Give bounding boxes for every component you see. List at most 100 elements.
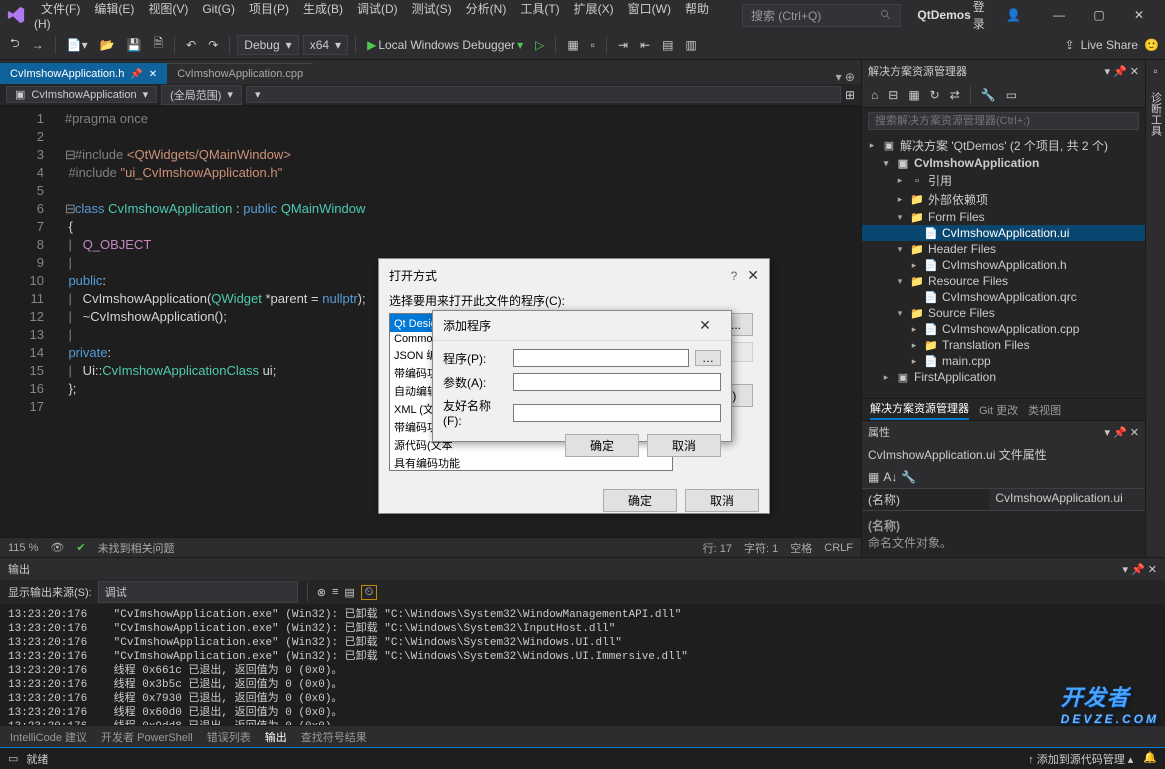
- tree-row[interactable]: ▾📁Form Files: [862, 209, 1145, 225]
- show-all-icon[interactable]: ▦: [905, 86, 922, 104]
- tb-ico-5[interactable]: ▤: [658, 36, 677, 54]
- menu-item[interactable]: 调试(D): [350, 0, 405, 20]
- close-icon[interactable]: ✕: [149, 69, 157, 80]
- menu-item[interactable]: Git(G): [195, 0, 242, 20]
- login-link[interactable]: 登录: [973, 0, 996, 32]
- start-nodebug-icon[interactable]: ▷: [531, 36, 548, 54]
- bottom-tab[interactable]: 查找符号结果: [301, 729, 367, 745]
- solution-search-input[interactable]: [868, 112, 1139, 130]
- config-combo[interactable]: Debug ▾: [237, 35, 298, 55]
- tree-row[interactable]: ▾📁Source Files: [862, 305, 1145, 321]
- minimize-button[interactable]: ―: [1039, 1, 1079, 29]
- split-icon[interactable]: ⊞: [845, 88, 855, 102]
- global-search[interactable]: 搜索 (Ctrl+Q): [742, 4, 901, 27]
- solution-root[interactable]: ▸▣解决方案 'QtDemos' (2 个项目, 共 2 个): [862, 136, 1145, 155]
- output-source-combo[interactable]: 调试: [98, 581, 298, 603]
- toggle-wrap-icon[interactable]: ≡: [332, 586, 338, 598]
- output-ico4[interactable]: ⏲: [361, 585, 378, 600]
- menu-item[interactable]: 项目(P): [242, 0, 296, 20]
- solution-tab[interactable]: Git 更改: [979, 402, 1018, 418]
- undo-icon[interactable]: ↶: [182, 36, 200, 54]
- user-icon[interactable]: 👤: [1006, 8, 1021, 22]
- menu-item[interactable]: 窗口(W): [621, 0, 678, 20]
- program-path-input[interactable]: [513, 349, 689, 367]
- pin-icon[interactable]: 📌: [130, 69, 142, 80]
- zoom-level[interactable]: 115 %: [8, 542, 38, 554]
- tree-row[interactable]: ▸📄main.cpp: [862, 353, 1145, 369]
- browse-button[interactable]: …: [695, 350, 721, 366]
- dlg-add-close-icon[interactable]: ✕: [689, 317, 721, 334]
- start-debug-button[interactable]: ▶ Local Windows Debugger ▾: [363, 36, 527, 54]
- tree-row[interactable]: ▸📁外部依赖项: [862, 190, 1145, 209]
- tb-ico-3[interactable]: ⇥: [614, 36, 632, 54]
- tree-row[interactable]: ▾📁Header Files: [862, 241, 1145, 257]
- tree-row[interactable]: 📄CvImshowApplication.ui: [862, 225, 1145, 241]
- source-control-button[interactable]: ↑ 添加到源代码管理 ▴: [1028, 751, 1133, 767]
- tree-row[interactable]: ▸▫引用: [862, 171, 1145, 190]
- tb-ico-2[interactable]: ▫: [587, 36, 599, 54]
- maximize-button[interactable]: ▢: [1079, 1, 1119, 29]
- collapse-icon[interactable]: ⊟: [885, 86, 901, 104]
- tb-ico-4[interactable]: ⇤: [636, 36, 654, 54]
- bottom-tab[interactable]: 开发者 PowerShell: [101, 729, 193, 745]
- liveshare-icon[interactable]: ⇪: [1065, 38, 1075, 52]
- menu-item[interactable]: 扩展(X): [567, 0, 621, 20]
- tb-ico-6[interactable]: ▥: [681, 36, 700, 54]
- nav-fwd-icon[interactable]: →: [28, 36, 48, 54]
- file-tab-inactive[interactable]: CvImshowApplication.cpp: [167, 63, 313, 84]
- openwith-cancel-button[interactable]: 取消: [685, 489, 759, 512]
- open-icon[interactable]: 📂: [96, 36, 119, 54]
- nav-func[interactable]: (全局范围) ▾: [161, 85, 242, 105]
- nav-member[interactable]: ▾: [246, 86, 841, 103]
- bottom-tab[interactable]: 错误列表: [207, 729, 251, 745]
- notifications-icon[interactable]: 🔔: [1143, 751, 1157, 767]
- menu-item[interactable]: 视图(V): [141, 0, 195, 20]
- output-ico3[interactable]: ▤: [344, 586, 354, 599]
- preview-icon[interactable]: ▭: [1003, 86, 1020, 104]
- feedback-icon[interactable]: 🙂: [1144, 38, 1159, 52]
- dlg-close-icon[interactable]: ✕: [747, 267, 759, 283]
- output-text[interactable]: 13:23:20:176 "CvImshowApplication.exe" (…: [0, 604, 1165, 725]
- tab-overflow-icon[interactable]: ▾ ⊕: [830, 70, 861, 84]
- menu-item[interactable]: 工具(T): [513, 0, 566, 20]
- program-args-input[interactable]: [513, 373, 721, 391]
- openwith-ok-button[interactable]: 确定: [603, 489, 677, 512]
- pin-icon[interactable]: ▾ 📌: [1104, 66, 1126, 78]
- nav-scope[interactable]: ▣ CvImshowApplication ▾: [6, 86, 157, 103]
- tb-ico-1[interactable]: ▦: [563, 36, 582, 54]
- add-cancel-button[interactable]: 取消: [647, 434, 721, 457]
- server-explorer-icon[interactable]: ▫: [1153, 64, 1157, 78]
- tree-row[interactable]: ▸📁Translation Files: [862, 337, 1145, 353]
- bottom-tab[interactable]: IntelliCode 建议: [10, 729, 87, 745]
- saveall-icon[interactable]: 🗎: [150, 32, 168, 57]
- redo-icon[interactable]: ↷: [204, 36, 222, 54]
- nav-back-icon[interactable]: ⮌: [6, 32, 24, 57]
- bottom-tab[interactable]: 输出: [265, 729, 287, 745]
- toolbox-tab[interactable]: 诊断工具: [1146, 86, 1165, 142]
- props-icon[interactable]: 🔧: [978, 86, 999, 104]
- props-wrench-icon[interactable]: 🔧: [901, 470, 916, 484]
- menu-item[interactable]: 分析(N): [459, 0, 514, 20]
- menu-item[interactable]: 生成(B): [296, 0, 350, 20]
- tree-row[interactable]: ▸📄CvImshowApplication.h: [862, 257, 1145, 273]
- platform-combo[interactable]: x64 ▾: [303, 35, 348, 55]
- menu-item[interactable]: 编辑(E): [87, 0, 141, 20]
- home-icon[interactable]: ⌂: [868, 86, 881, 104]
- add-ok-button[interactable]: 确定: [565, 434, 639, 457]
- solution-tab[interactable]: 解决方案资源管理器: [870, 400, 969, 420]
- sync-icon[interactable]: ⇄: [947, 86, 963, 104]
- tree-row[interactable]: ▸▣FirstApplication: [862, 369, 1145, 385]
- tree-row[interactable]: ▾▣CvImshowApplication: [862, 155, 1145, 171]
- clear-icon[interactable]: ⊗: [317, 586, 326, 599]
- tree-row[interactable]: ▾📁Resource Files: [862, 273, 1145, 289]
- panel-close-icon[interactable]: ✕: [1130, 66, 1139, 78]
- solution-tree[interactable]: ▸▣解决方案 'QtDemos' (2 个项目, 共 2 个) ▾▣CvImsh…: [862, 134, 1145, 398]
- friendly-name-input[interactable]: [513, 404, 721, 422]
- file-tab-active[interactable]: CvImshowApplication.h📌✕: [0, 63, 167, 84]
- refresh-icon[interactable]: ↻: [927, 86, 943, 104]
- menu-item[interactable]: 测试(S): [405, 0, 459, 20]
- tree-row[interactable]: 📄CvImshowApplication.qrc: [862, 289, 1145, 305]
- props-az-icon[interactable]: A↓: [883, 470, 897, 484]
- liveshare-button[interactable]: Live Share: [1081, 38, 1138, 52]
- props-row[interactable]: (名称)CvImshowApplication.ui: [862, 488, 1145, 510]
